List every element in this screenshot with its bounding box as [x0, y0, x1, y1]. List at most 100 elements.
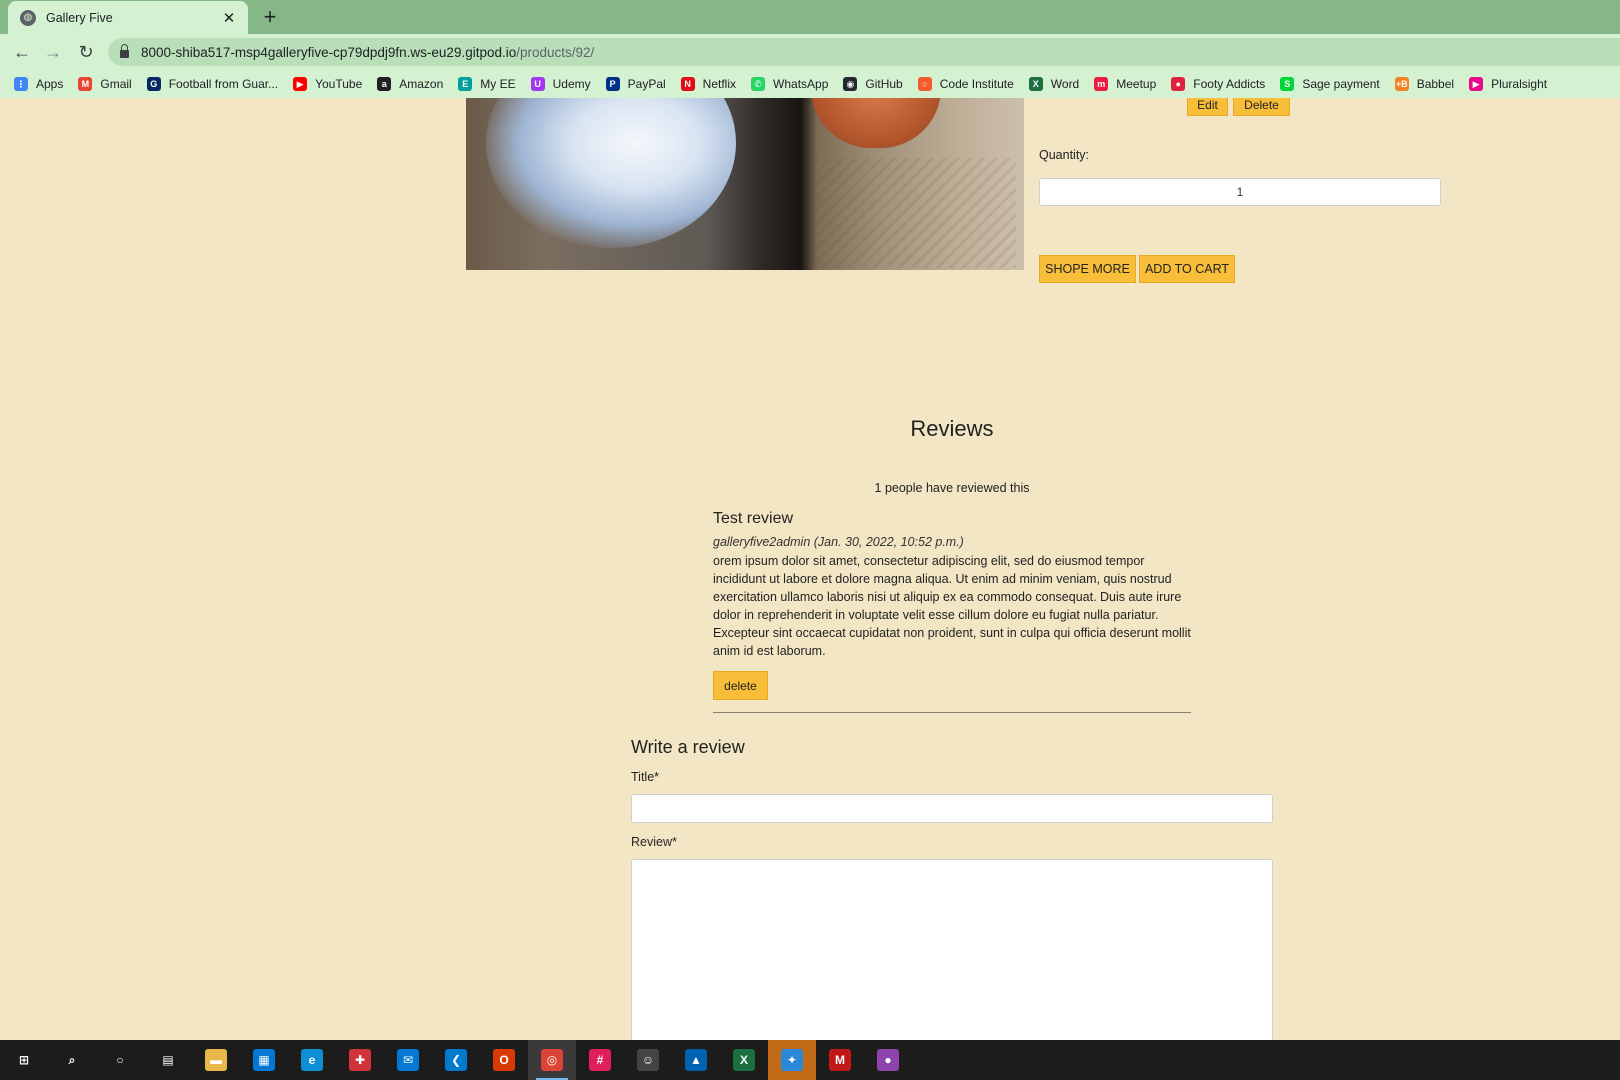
url-text[interactable]: 8000-shiba517-msp4galleryfive-cp79dpdj9f… [141, 45, 594, 60]
ee-icon: E [458, 77, 473, 91]
bookmark-item[interactable]: ● Footy Addicts [1171, 77, 1265, 91]
write-review-heading: Write a review [631, 737, 745, 757]
emoji-icon: ☺ [637, 1049, 659, 1071]
shield-icon: ✦ [781, 1049, 803, 1071]
globe-icon: ◍ [20, 9, 36, 26]
paint-drop-icon: ● [877, 1049, 899, 1071]
taskbar-item[interactable]: ● [864, 1040, 912, 1080]
forward-arrow-icon[interactable]: → [41, 40, 65, 64]
bookmark-label: Gmail [100, 77, 132, 91]
back-arrow-icon[interactable]: ← [10, 40, 34, 64]
bookmark-item[interactable]: G Football from Guar... [146, 77, 278, 91]
babbel-icon: +B [1394, 77, 1409, 91]
review-title-input[interactable] [631, 794, 1273, 823]
store-icon: ▦ [253, 1049, 275, 1071]
delete-product-button[interactable]: Delete [1233, 98, 1290, 116]
taskbar-item[interactable]: ▬ [192, 1040, 240, 1080]
taskbar-item[interactable]: ▤ [144, 1040, 192, 1080]
reload-icon[interactable]: ↻ [74, 40, 98, 64]
bookmark-label: My EE [480, 77, 516, 91]
photos-icon: ▲ [685, 1049, 707, 1071]
vscode-icon: ❮ [445, 1049, 467, 1071]
netflix-icon: N [680, 77, 695, 91]
bookmark-item[interactable]: S Sage payment [1280, 77, 1380, 91]
mcafee-icon: M [829, 1049, 851, 1071]
udemy-icon: U [530, 77, 545, 91]
page-content: Edit Delete Quantity: 1 SHOPE MORE ADD T… [0, 98, 1620, 1040]
bookmark-label: WhatsApp [773, 77, 829, 91]
bookmark-item[interactable]: U Udemy [530, 77, 591, 91]
bookmark-item[interactable]: ▶ YouTube [293, 77, 362, 91]
bookmark-item[interactable]: ◉ GitHub [843, 77, 903, 91]
delete-review-button[interactable]: delete [713, 671, 768, 700]
bookmark-label: Sage payment [1302, 77, 1380, 91]
taskbar-item[interactable]: X [720, 1040, 768, 1080]
taskbar-item[interactable]: ◎ [528, 1040, 576, 1080]
review-author-date: galleryfive2admin (Jan. 30, 2022, 10:52 … [713, 535, 964, 549]
bookmark-label: Meetup [1116, 77, 1157, 91]
gmail-icon: M [78, 77, 93, 91]
meetup-icon: m [1094, 77, 1109, 91]
review-item: Test review galleryfive2admin (Jan. 30, … [713, 510, 1191, 700]
apps-grid-icon: ⋮ [14, 77, 28, 91]
bookmark-item[interactable]: ⋮ Apps [14, 77, 63, 91]
taskbar-item[interactable]: ☺ [624, 1040, 672, 1080]
shop-more-button[interactable]: SHOPE MORE [1039, 255, 1136, 283]
bookmark-item[interactable]: M Gmail [78, 77, 132, 91]
new-tab-button[interactable]: + [258, 4, 282, 30]
taskbar-item[interactable]: ✚ [336, 1040, 384, 1080]
bookmark-label: Amazon [399, 77, 444, 91]
edit-product-button[interactable]: Edit [1187, 98, 1228, 116]
taskbar-item[interactable]: ⌕ [48, 1040, 96, 1080]
task-view-icon: ▤ [157, 1049, 179, 1071]
review-text-input[interactable] [631, 859, 1273, 1040]
taskbar-item[interactable]: ○ [96, 1040, 144, 1080]
bookmark-item[interactable]: E My EE [458, 77, 516, 91]
taskbar-item[interactable]: ⊞ [0, 1040, 48, 1080]
browser-tab[interactable]: ◍ Gallery Five ✕ [8, 1, 248, 34]
bookmark-label: Apps [36, 77, 64, 91]
review-body: orem ipsum dolor sit amet, consectetur a… [713, 554, 1191, 658]
whatsapp-icon: ✆ [751, 77, 766, 91]
footy-addicts-icon: ● [1171, 77, 1186, 91]
search-icon: ⌕ [61, 1049, 83, 1071]
bookmark-item[interactable]: ○ Code Institute [917, 77, 1014, 91]
sage-icon: S [1280, 77, 1295, 91]
bookmark-item[interactable]: m Meetup [1094, 77, 1156, 91]
paypal-icon: P [605, 77, 620, 91]
word-icon: X [1028, 77, 1043, 91]
bookmark-item[interactable]: ✆ WhatsApp [751, 77, 828, 91]
reviews-count: 1 people have reviewed this [874, 481, 1030, 495]
bookmark-label: PayPal [627, 77, 666, 91]
image-mask-detail [811, 98, 941, 148]
bookmark-item[interactable]: a Amazon [377, 77, 443, 91]
lock-icon[interactable] [120, 44, 129, 58]
bookmark-label: Footy Addicts [1193, 77, 1266, 91]
youtube-icon: ▶ [293, 77, 308, 91]
address-bar[interactable]: 8000-shiba517-msp4galleryfive-cp79dpdj9f… [108, 38, 1620, 66]
taskbar-item[interactable]: ▲ [672, 1040, 720, 1080]
bookmark-label: Code Institute [939, 77, 1014, 91]
guardian-icon: G [146, 77, 161, 91]
cortana-icon: ○ [109, 1049, 131, 1071]
close-tab-icon[interactable]: ✕ [220, 9, 238, 27]
file-explorer-icon: ▬ [205, 1049, 227, 1071]
gift-icon: ✚ [349, 1049, 371, 1071]
bookmark-item[interactable]: P PayPal [605, 77, 666, 91]
bookmark-item[interactable]: N Netflix [680, 77, 736, 91]
taskbar-item[interactable]: ✉ [384, 1040, 432, 1080]
quantity-input[interactable]: 1 [1039, 178, 1441, 206]
taskbar-item[interactable]: ▦ [240, 1040, 288, 1080]
taskbar-item[interactable]: # [576, 1040, 624, 1080]
slack-icon: # [589, 1049, 611, 1071]
taskbar-item[interactable]: O [480, 1040, 528, 1080]
taskbar-item[interactable]: ❮ [432, 1040, 480, 1080]
bookmark-item[interactable]: +B Babbel [1394, 77, 1454, 91]
bookmark-item[interactable]: X Word [1028, 77, 1079, 91]
image-stone-texture [816, 158, 1016, 268]
bookmark-item[interactable]: ▶ Pluralsight [1469, 77, 1547, 91]
taskbar-item[interactable]: ✦ [768, 1040, 816, 1080]
taskbar-item[interactable]: M [816, 1040, 864, 1080]
add-to-cart-button[interactable]: ADD TO CART [1139, 255, 1235, 283]
taskbar-item[interactable]: e [288, 1040, 336, 1080]
